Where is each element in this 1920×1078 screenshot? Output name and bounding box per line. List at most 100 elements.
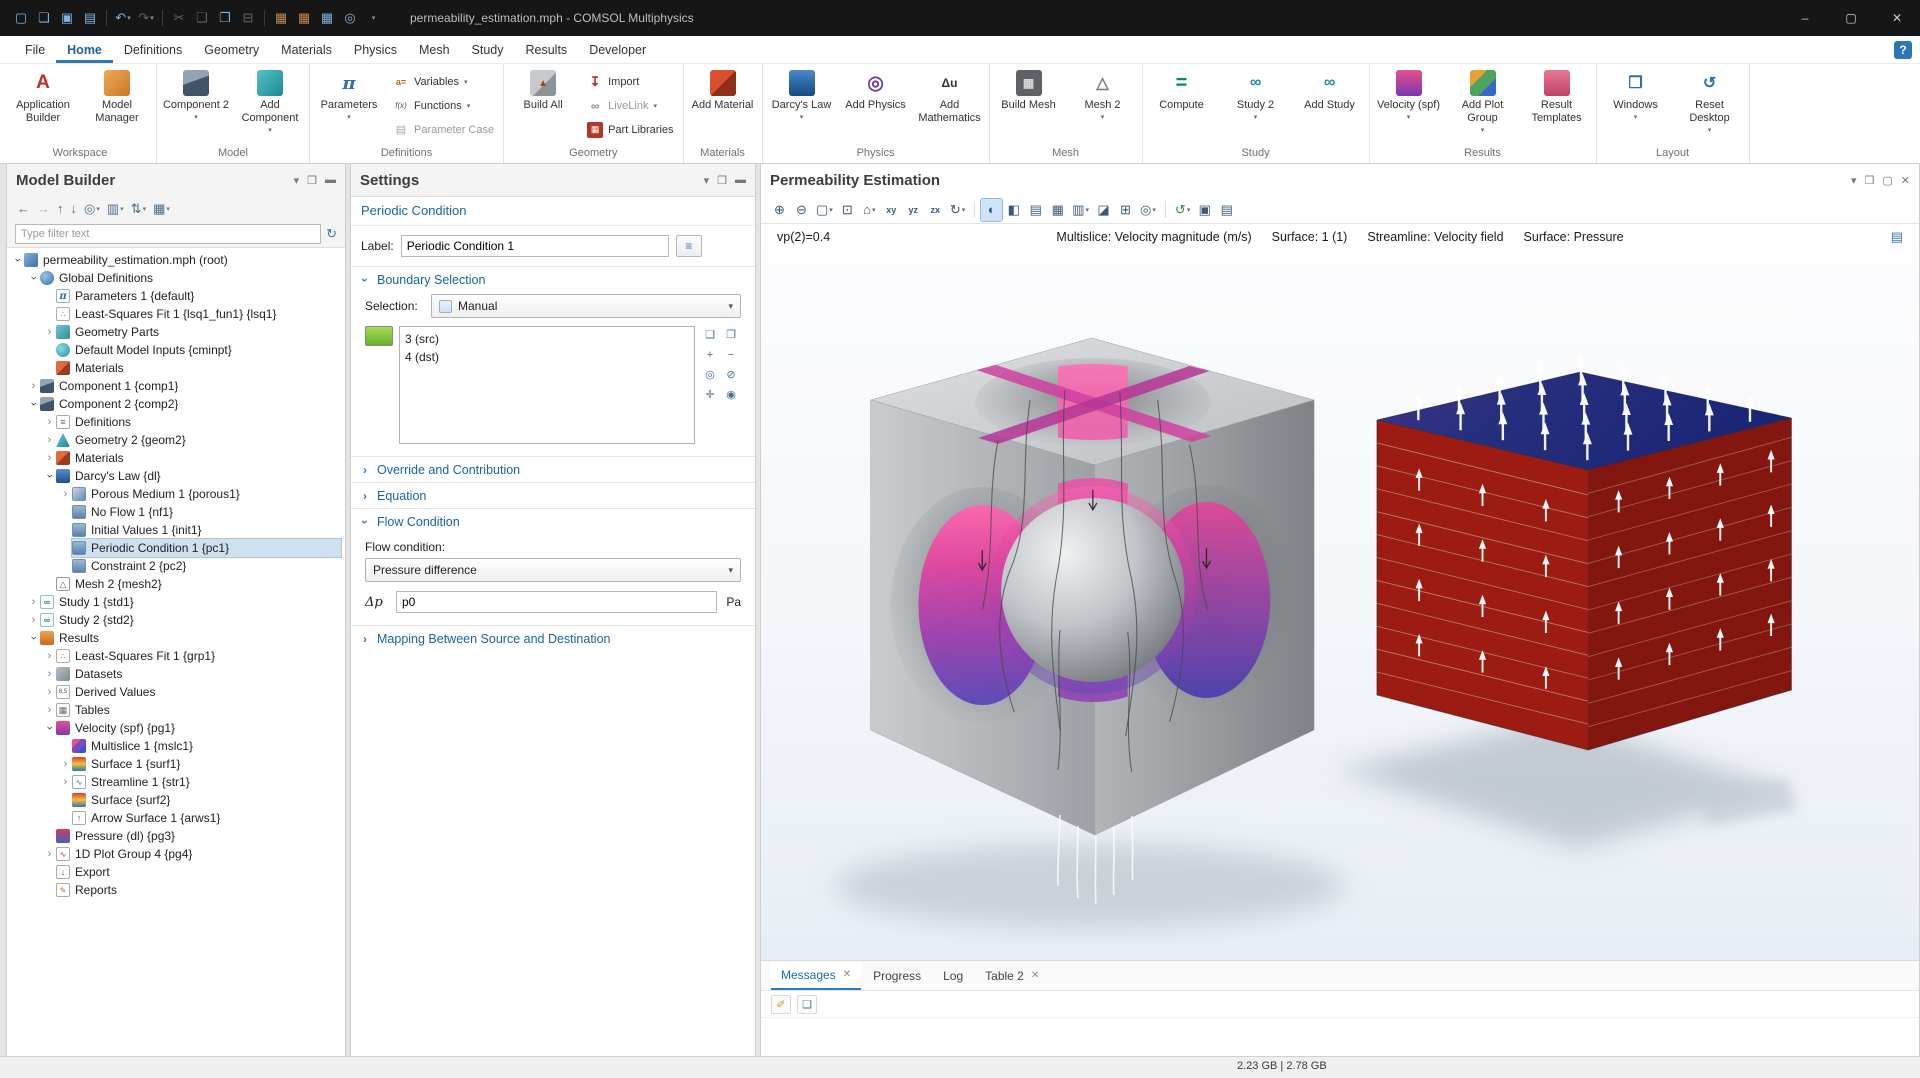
tree-item-lsq-results[interactable]: ›Least-Squares Fit 1 {grp1} xyxy=(7,647,345,665)
mapping-header[interactable]: ›Mapping Between Source and Destination xyxy=(351,626,755,651)
windows-button[interactable]: Windows▾ xyxy=(1600,66,1672,140)
tab-progress[interactable]: Progress xyxy=(863,961,931,990)
expander-icon[interactable]: › xyxy=(43,704,56,716)
tree-item-darcys-law[interactable]: ›Darcy's Law {dl} xyxy=(7,467,345,485)
view-yz-icon[interactable]: yz xyxy=(903,199,924,221)
print-icon[interactable]: ▤ xyxy=(1216,199,1237,221)
menu-materials[interactable]: Materials xyxy=(270,36,343,63)
zoom-out-icon[interactable]: ⊖ xyxy=(791,199,812,221)
expander-icon[interactable]: › xyxy=(27,614,40,626)
plot-data-icon[interactable]: ▥▾ xyxy=(1069,199,1092,221)
window-grid-icon[interactable]: ▦ xyxy=(270,6,292,30)
window-grid3-icon[interactable]: ▦ xyxy=(316,6,338,30)
tree-item-streamline[interactable]: ›Streamline 1 {str1} xyxy=(7,773,345,791)
tree-item-definitions[interactable]: ›Definitions xyxy=(7,413,345,431)
delete-icon[interactable]: ⊟ xyxy=(237,6,259,30)
tree-item-mesh2[interactable]: Mesh 2 {mesh2} xyxy=(7,575,345,593)
selection-list-item[interactable]: 3 (src) xyxy=(405,330,689,348)
move-up-icon[interactable]: ↑ xyxy=(55,200,66,217)
expander-icon[interactable]: › xyxy=(43,668,56,680)
variables-button[interactable]: Variables▾ xyxy=(387,70,500,93)
component2-button[interactable]: Component 2▾ xyxy=(160,66,232,140)
expander-icon[interactable]: › xyxy=(59,488,72,500)
tree-item-velocity-group[interactable]: ›Velocity (spf) {pg1} xyxy=(7,719,345,737)
zoom-box-icon[interactable]: ⊡ xyxy=(837,199,858,221)
move-down-icon[interactable]: ↓ xyxy=(69,200,80,217)
zoom-extents-icon[interactable]: ▢▾ xyxy=(813,199,836,221)
panel-menu-icon[interactable]: ▾ xyxy=(294,174,300,187)
menu-mesh[interactable]: Mesh xyxy=(408,36,461,63)
tab-log[interactable]: Log xyxy=(933,961,973,990)
flow-condition-header[interactable]: ›Flow Condition xyxy=(351,509,755,534)
tree-item-porous-medium[interactable]: ›Porous Medium 1 {porous1} xyxy=(7,485,345,503)
window-grid2-icon[interactable]: ▦ xyxy=(293,6,315,30)
copy-messages-icon[interactable]: ❏ xyxy=(797,995,817,1014)
tree-item-geometry2[interactable]: ›Geometry 2 {geom2} xyxy=(7,431,345,449)
tree-item-materials-global[interactable]: Materials xyxy=(7,359,345,377)
highlight-selection-icon[interactable]: ◉ xyxy=(722,386,740,403)
tree-item-default-model-inputs[interactable]: Default Model Inputs {cminpt} xyxy=(7,341,345,359)
menu-developer[interactable]: Developer xyxy=(578,36,657,63)
close-tab-icon[interactable]: ✕ xyxy=(843,969,851,980)
tree-item-arrow-surface[interactable]: Arrow Surface 1 {arws1} xyxy=(7,809,345,827)
panel-float-icon[interactable]: ❐ xyxy=(307,174,317,187)
label-input[interactable] xyxy=(401,235,669,257)
expander-icon[interactable]: › xyxy=(28,632,40,645)
tree-item-multislice[interactable]: Multislice 1 {mslc1} xyxy=(7,737,345,755)
camera-icon[interactable]: ▣ xyxy=(1194,199,1215,221)
tree-item-no-flow[interactable]: No Flow 1 {nf1} xyxy=(7,503,345,521)
search-icon[interactable]: ◎ xyxy=(339,6,361,30)
menu-home[interactable]: Home xyxy=(56,36,113,63)
panel-collapse-icon[interactable]: ▬ xyxy=(325,174,336,186)
help-icon[interactable]: ? xyxy=(1894,41,1912,59)
copy-icon[interactable]: ❏ xyxy=(191,6,213,30)
tree-item-results[interactable]: ›Results xyxy=(7,629,345,647)
compute-button[interactable]: Compute xyxy=(1146,66,1218,140)
compare-icon[interactable]: ▤ xyxy=(79,6,101,30)
minimize-button[interactable]: – xyxy=(1782,0,1828,36)
panel-menu-icon[interactable]: ▾ xyxy=(1851,174,1857,187)
expander-icon[interactable]: › xyxy=(44,470,56,483)
close-button[interactable]: ✕ xyxy=(1874,0,1920,36)
add-material-button[interactable]: Add Material xyxy=(687,66,759,140)
menu-definitions[interactable]: Definitions xyxy=(113,36,193,63)
panel-float-icon[interactable]: ❐ xyxy=(1865,174,1875,187)
name-toggle-button[interactable]: ≡ xyxy=(676,235,702,257)
paste-selection-icon[interactable]: ❐ xyxy=(722,326,740,343)
filter-input[interactable] xyxy=(15,224,321,244)
equation-header[interactable]: ›Equation xyxy=(351,483,755,508)
zoom-selection-icon[interactable]: ◎ xyxy=(701,366,719,383)
panel-menu-icon[interactable]: ▾ xyxy=(704,174,710,187)
menu-results[interactable]: Results xyxy=(515,36,579,63)
save-icon[interactable]: ▣ xyxy=(56,6,78,30)
view-xy-icon[interactable]: xy xyxy=(881,199,902,221)
tree-item-1d-plot-group[interactable]: ›1D Plot Group 4 {pg4} xyxy=(7,845,345,863)
expander-icon[interactable]: › xyxy=(59,776,72,788)
part-libraries-button[interactable]: Part Libraries xyxy=(581,118,679,141)
flow-condition-dropdown[interactable]: Pressure difference ▾ xyxy=(365,558,741,582)
livelink-button[interactable]: LiveLink▾ xyxy=(581,94,679,117)
add-physics-button[interactable]: Add Physics xyxy=(840,66,912,140)
panel-close-icon[interactable]: ✕ xyxy=(1901,174,1910,187)
columns-options-icon[interactable]: ▥▾ xyxy=(105,200,126,218)
boundary-selection-header[interactable]: ›Boundary Selection xyxy=(351,267,755,292)
panel-maximize-icon[interactable]: ▢ xyxy=(1882,174,1892,187)
tree-item-global-definitions[interactable]: ›Global Definitions xyxy=(7,269,345,287)
model-manager-button[interactable]: Model Manager xyxy=(81,66,153,140)
tree-item-geometry-parts[interactable]: ›Geometry Parts xyxy=(7,323,345,341)
active-toggle-button[interactable] xyxy=(365,326,393,346)
panel-collapse-icon[interactable]: ▬ xyxy=(735,174,746,186)
legend-toggle-icon[interactable]: ▤ xyxy=(1891,229,1903,245)
import-button[interactable]: Import xyxy=(581,70,679,93)
new-file-icon[interactable]: ▢ xyxy=(10,6,32,30)
show-options-icon[interactable]: ◎▾ xyxy=(82,200,102,218)
expander-icon[interactable]: › xyxy=(43,686,56,698)
tree-item-derived-values[interactable]: ›Derived Values xyxy=(7,683,345,701)
selection-list-item[interactable]: 4 (dst) xyxy=(405,348,689,366)
expander-icon[interactable]: › xyxy=(43,434,56,446)
update-plot-icon[interactable]: ↺▾ xyxy=(1172,199,1193,221)
expander-icon[interactable]: › xyxy=(43,650,56,662)
tree-item-least-squares-fit[interactable]: Least-Squares Fit 1 {lsq1_fun1} {lsq1} xyxy=(7,305,345,323)
expander-icon[interactable]: › xyxy=(43,326,56,338)
menu-file[interactable]: File xyxy=(14,36,56,63)
